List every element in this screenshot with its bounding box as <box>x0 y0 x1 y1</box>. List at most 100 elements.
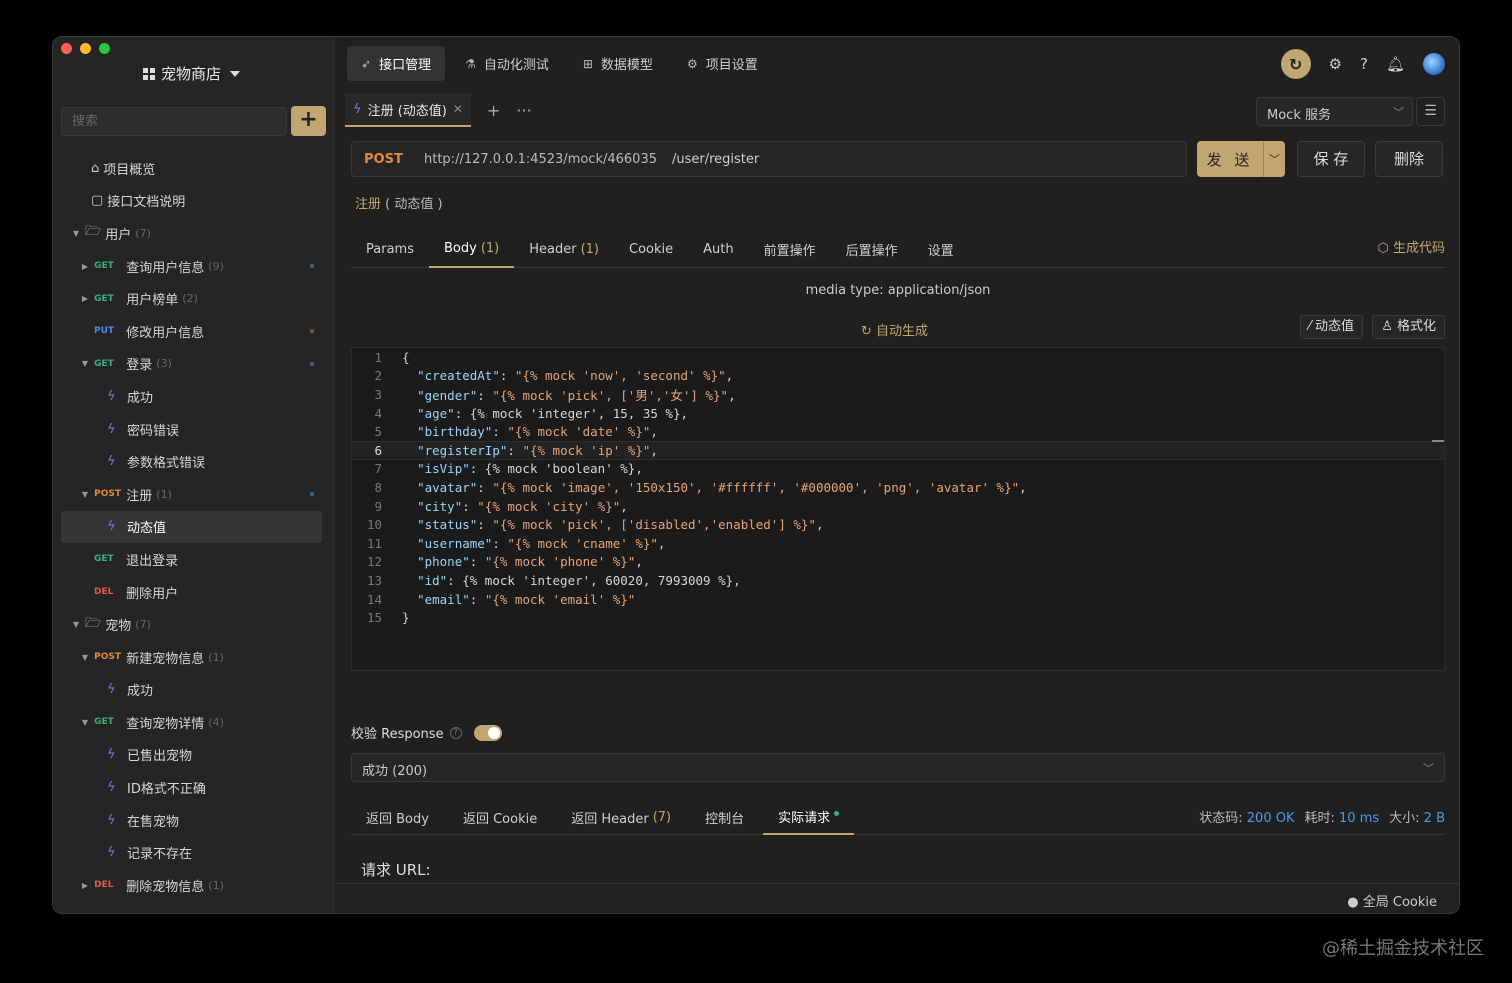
tree-item-pet-new[interactable]: ▼ POST 新建宠物信息 (1) <box>53 641 334 674</box>
tree-item-pet-detail[interactable]: ▼ GET 查询宠物详情 (4) <box>53 706 334 739</box>
dynamic-value-button[interactable]: ⁄ 动态值 <box>1299 315 1363 339</box>
line-number: 10 <box>366 517 382 533</box>
close-icon[interactable]: ✕ <box>453 102 463 116</box>
grid-icon <box>143 67 155 80</box>
tree-case-login-wrong-password[interactable]: ϟ 密码错误 <box>53 413 334 446</box>
tab-body[interactable]: Body (1) <box>428 230 515 268</box>
tree-item-pet-delete[interactable]: ▶ DEL 删除宠物信息 (1) <box>53 869 334 902</box>
code-text: "age": {% mock 'integer', 15, 35 %}, <box>417 405 688 421</box>
project-switcher[interactable]: 宠物商店 <box>143 63 241 84</box>
tab-console[interactable]: 控制台 <box>690 799 759 835</box>
tab-post-operations[interactable]: 后置操作 <box>831 230 913 268</box>
tab-data-model[interactable]: ⊞ 数据模型 <box>569 46 667 81</box>
tree-case-pet-onsale[interactable]: ϟ 在售宠物 <box>53 804 334 837</box>
refresh-icon: ↻ <box>861 324 872 339</box>
line-number: 5 <box>374 424 382 440</box>
http-method[interactable]: POST <box>352 152 424 167</box>
minimize-window-button[interactable] <box>80 43 91 54</box>
tree-case-pet-new-success[interactable]: ϟ 成功 <box>53 674 334 707</box>
tree-case-login-bad-params[interactable]: ϟ 参数格式错误 <box>53 445 334 478</box>
code-editor[interactable]: 1{2 "createdAt": "{% mock 'now', 'second… <box>351 347 1445 671</box>
tree-case-login-success[interactable]: ϟ 成功 <box>53 380 334 413</box>
generate-code-button[interactable]: ⬡ 生成代码 <box>1377 237 1445 256</box>
project-title: 宠物商店 <box>161 65 222 83</box>
chevron-down-icon[interactable]: ﹀ <box>1263 141 1285 177</box>
add-button[interactable]: + <box>291 106 326 136</box>
tree-folder-pet[interactable]: ▼ 🗁 宠物 (7) <box>53 608 334 641</box>
code-text: "email": "{% mock 'email' %}" <box>417 591 636 607</box>
tab-settings[interactable]: 设置 <box>913 230 969 268</box>
chevron-down-icon: ▼ <box>81 652 89 662</box>
status-dot <box>310 361 314 366</box>
request-tab-register-dynamic[interactable]: ϟ 注册 (动态值) ✕ <box>345 93 471 127</box>
auto-generate-button[interactable]: ↻ 自动生成 <box>861 320 928 339</box>
tab-response-cookie[interactable]: 返回 Cookie <box>448 799 552 835</box>
line-number: 12 <box>366 554 382 570</box>
code-line: 14 "email": "{% mock 'email' %}" <box>352 590 1444 609</box>
tree-folder-user[interactable]: ▼ 🗁 用户 (7) <box>53 217 334 250</box>
tree-item-user-rank[interactable]: ▶ GET 用户榜单 (2) <box>53 282 334 315</box>
lightning-icon: ϟ <box>107 747 116 763</box>
tree-case-register-dynamic[interactable]: ϟ 动态值 <box>61 510 322 544</box>
lightning-icon: ϟ <box>107 421 116 437</box>
line-number: 8 <box>374 479 382 495</box>
tree-item-logout[interactable]: GET 退出登录 <box>53 543 334 576</box>
tree-item-register[interactable]: ▼ POST 注册 (1) <box>53 478 334 511</box>
avatar[interactable] <box>1423 53 1445 75</box>
help-icon[interactable]: ? <box>1360 55 1368 73</box>
tree-case-pet-notfound[interactable]: ϟ 记录不存在 <box>53 836 334 869</box>
send-button[interactable]: 发 送 ﹀ <box>1197 141 1285 177</box>
mock-service-select[interactable]: Mock 服务 ﹀ <box>1256 97 1413 126</box>
global-cookie-button[interactable]: ● 全局 Cookie <box>1347 891 1437 910</box>
status-dot <box>310 264 314 269</box>
help-icon[interactable]: ? <box>449 726 462 739</box>
tree-item-overview[interactable]: ⌂ 项目概览 <box>53 152 334 185</box>
watermark: @稀土掘金技术社区 <box>1322 938 1484 959</box>
line-number: 4 <box>374 405 382 421</box>
tab-pre-operations[interactable]: 前置操作 <box>749 230 831 268</box>
tab-auth[interactable]: Auth <box>688 230 748 268</box>
chevron-down-icon: ▼ <box>81 489 89 499</box>
search-input[interactable] <box>61 107 287 136</box>
chevron-down-icon: ▼ <box>81 359 89 369</box>
tree-item-user-edit[interactable]: PUT 修改用户信息 <box>53 315 334 348</box>
tab-response-header[interactable]: 返回 Header (7) <box>556 799 686 835</box>
list-icon[interactable]: ☰ <box>1416 97 1445 126</box>
tree-case-pet-bad-id[interactable]: ϟ ID格式不正确 <box>53 771 334 804</box>
tree-item-user-query[interactable]: ▶ GET 查询用户信息 (9) <box>53 250 334 283</box>
response-select[interactable]: 成功 (200) ﹀ <box>351 753 1445 782</box>
tab-actual-request[interactable]: 实际请求 <box>763 799 855 835</box>
sync-icon[interactable]: ↻ <box>1280 49 1311 79</box>
validate-toggle[interactable] <box>473 724 502 741</box>
tab-automation[interactable]: ⚗ 自动化测试 <box>451 46 563 81</box>
delete-button[interactable]: 删除 <box>1375 141 1443 177</box>
tab-params[interactable]: Params <box>351 230 429 268</box>
url-bar[interactable]: POST http://127.0.0.1:4523/mock/466035 /… <box>351 141 1187 177</box>
more-icon[interactable]: ··· <box>516 101 531 120</box>
lightning-icon: ϟ <box>107 454 116 470</box>
tab-response-body[interactable]: 返回 Body <box>351 799 444 835</box>
url-path[interactable]: /user/register <box>672 152 759 167</box>
request-tabs: ϟ 注册 (动态值) ✕ + ··· <box>345 93 532 127</box>
request-name: 注册 ( 动态值 ) <box>355 197 443 212</box>
tree-item-delete-user[interactable]: DEL 删除用户 <box>53 576 334 609</box>
settings-icon[interactable]: ⚙ <box>1329 55 1342 73</box>
tree-item-docs[interactable]: ▢ 接口文档说明 <box>53 185 334 218</box>
bell-icon[interactable]: 🔔︎ <box>1386 55 1405 73</box>
tab-cookie[interactable]: Cookie <box>614 230 688 268</box>
tree-case-pet-sold[interactable]: ϟ 已售出宠物 <box>53 739 334 772</box>
main-panel: ➶ 接口管理 ⚗ 自动化测试 ⊞ 数据模型 ⚙ 项目设置 ↻ ⚙ ? 🔔︎ ϟ 注册 (… <box>335 37 1459 913</box>
tree-item-login[interactable]: ▼ GET 登录 (3) <box>53 348 334 381</box>
save-button[interactable]: 保 存 <box>1297 141 1365 177</box>
line-number: 6 <box>374 442 382 458</box>
lightning-icon: ϟ <box>107 812 116 828</box>
close-window-button[interactable] <box>61 43 72 54</box>
tab-header[interactable]: Header (1) <box>514 230 614 268</box>
tab-api-management[interactable]: ➶ 接口管理 <box>347 46 446 81</box>
format-button[interactable]: ♙ 格式化 <box>1372 315 1445 339</box>
new-tab-button[interactable]: + <box>487 101 500 120</box>
tab-project-settings[interactable]: ⚙ 项目设置 <box>673 46 772 81</box>
maximize-window-button[interactable] <box>99 43 110 54</box>
format-icon: ♙ <box>1381 319 1393 334</box>
lightning-icon: ϟ <box>107 780 116 796</box>
